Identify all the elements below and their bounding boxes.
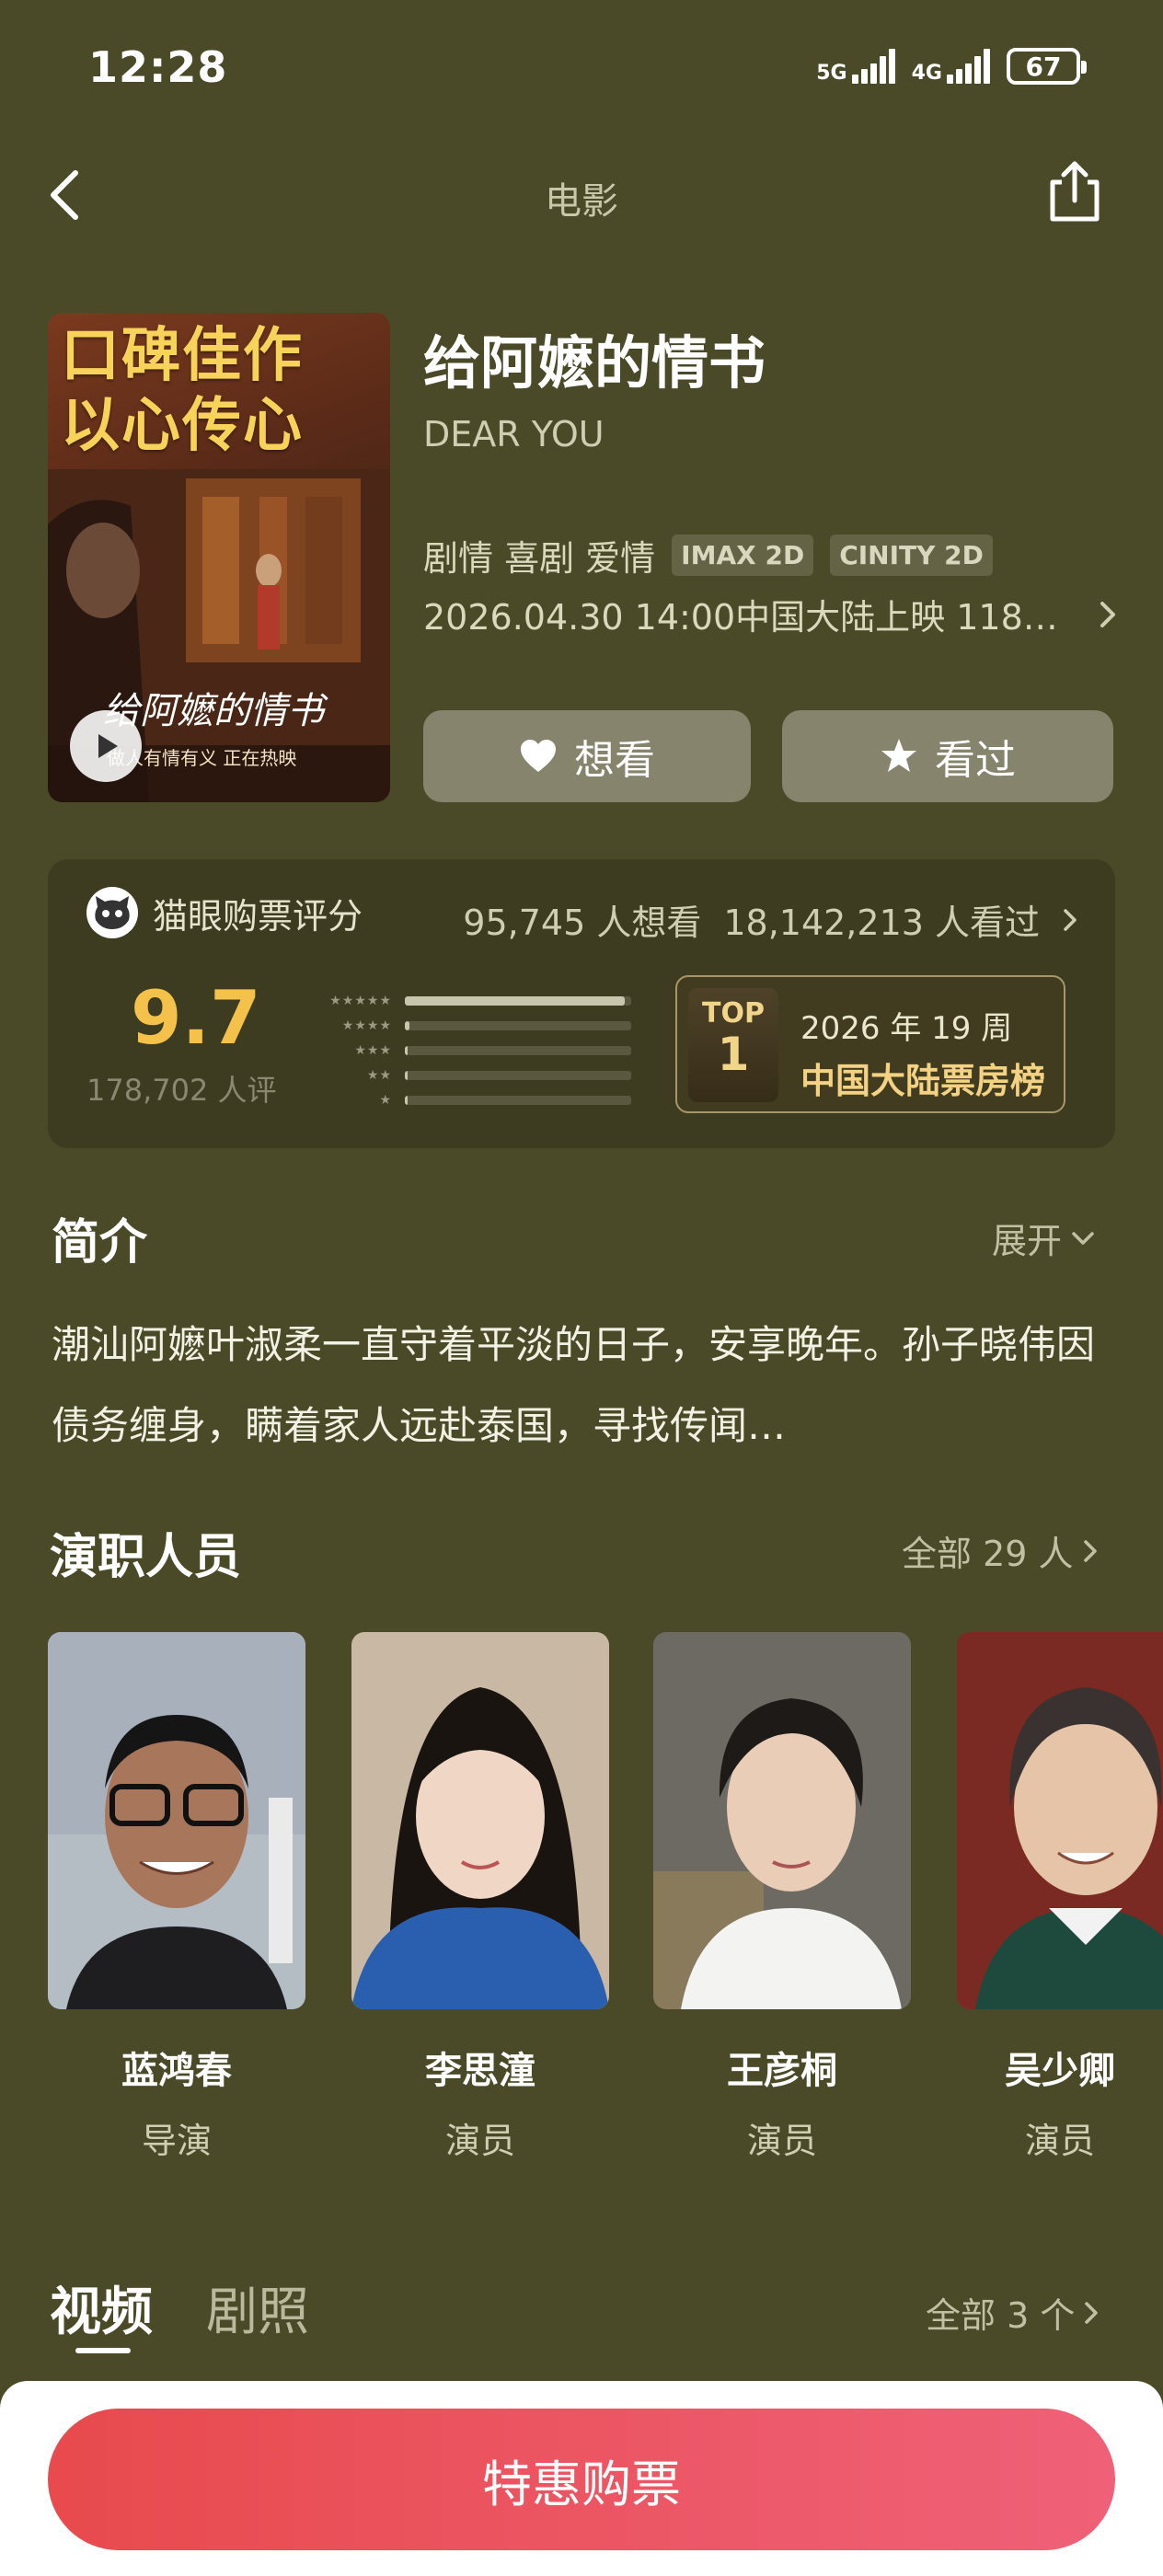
buy-ticket-label: 特惠购票 xyxy=(482,2455,681,2513)
rating-card[interactable]: 猫眼购票评分 95,745 人想看 18,142,213 人看过 9.7 178… xyxy=(48,859,1115,1148)
status-icons: 5G 4G 67 xyxy=(816,48,1087,85)
signal-4g-icon: 4G xyxy=(912,49,990,84)
poster-slogan-line: 口碑佳作 xyxy=(61,322,304,390)
rating-brand: 猫眼购票评分 xyxy=(86,887,363,938)
network-label: 5G xyxy=(816,62,847,85)
format-tag-cinity: CINITY 2D xyxy=(830,535,993,576)
rating-dist-row: ★★ xyxy=(302,1063,644,1087)
cast-member[interactable]: 李思潼 演员 xyxy=(351,1632,609,2163)
want-label: 想看 xyxy=(574,737,655,784)
avatar xyxy=(653,1632,911,2009)
audience-counts[interactable]: 95,745 人想看 18,142,213 人看过 xyxy=(463,894,1078,945)
star-rating-icon: ★★★★★ xyxy=(329,993,392,1008)
rating-brand-label: 猫眼购票评分 xyxy=(153,895,363,937)
cast-role: 演员 xyxy=(1024,2121,1095,2161)
battery-icon: 67 xyxy=(1007,48,1087,85)
chevron-right-icon xyxy=(1085,2301,1099,2324)
share-icon[interactable] xyxy=(1040,156,1110,226)
seen-label: 看过 xyxy=(935,737,1016,784)
maoyan-cat-icon xyxy=(86,887,138,938)
chevron-right-icon[interactable] xyxy=(1097,596,1119,633)
synopsis-expand-button[interactable]: 展开 xyxy=(992,1213,1097,1263)
cast-member[interactable]: 王彦桐 演员 xyxy=(653,1632,911,2163)
movie-title: 给阿嬷的情书 xyxy=(423,329,766,397)
want-count: 95,745 人想看 xyxy=(463,903,702,943)
cast-view-all[interactable]: 全部 29 人 xyxy=(902,1525,1100,1576)
cast-member[interactable]: 吴少卿 演员 xyxy=(957,1632,1163,2163)
star-rating-icon: ★★ xyxy=(366,1067,392,1083)
synopsis-text: 潮汕阿嬷叶淑柔一直守着平淡的日子，安享晚年。孙子晓伟因债务缠身，瞒着家人远赴泰国… xyxy=(52,1322,1096,1448)
rating-dist-row: ★★★ xyxy=(302,1038,644,1063)
rank-week: 2026 年 19 周 xyxy=(800,1010,1013,1047)
synopsis-title: 简介 xyxy=(52,1215,148,1271)
cast-name: 王彦桐 xyxy=(727,2050,837,2092)
network-label: 4G xyxy=(911,62,942,85)
star-rating-icon: ★★★ xyxy=(354,1042,392,1058)
cast-title: 演职人员 xyxy=(50,1530,242,1585)
tab-video[interactable]: 视频 xyxy=(50,2271,153,2345)
rating-distribution: ★★★★★ ★★★★ ★★★ ★★ ★ xyxy=(302,988,644,1112)
rank-board-name: 中国大陆票房榜 xyxy=(800,1061,1046,1101)
rating-dist-fill xyxy=(405,995,625,1006)
expand-label: 展开 xyxy=(992,1221,1063,1261)
heart-icon xyxy=(521,740,556,772)
chevron-down-icon xyxy=(1072,1231,1094,1245)
cast-member[interactable]: 蓝鸿春 导演 xyxy=(48,1632,305,2163)
genre-row: 剧情 喜剧 爱情 IMAX 2D CINITY 2D xyxy=(423,530,993,581)
avatar xyxy=(957,1632,1163,2009)
poster-slogan: 口碑佳作 以心传心 xyxy=(61,322,304,461)
cast-role: 演员 xyxy=(746,2121,817,2161)
rating-dist-row: ★ xyxy=(302,1087,644,1112)
cast-role: 演员 xyxy=(444,2121,515,2161)
cast-role: 导演 xyxy=(141,2121,212,2161)
battery-level: 67 xyxy=(1025,51,1062,82)
top-rank-mark: TOP 1 xyxy=(688,988,778,1102)
tab-active-indicator xyxy=(75,2348,131,2353)
movie-english-title: DEAR YOU xyxy=(423,414,605,454)
top-label: TOP xyxy=(702,997,765,1029)
poster-slogan-line: 以心传心 xyxy=(61,391,304,460)
rating-dist-fill xyxy=(405,1095,408,1105)
rating-dist-fill xyxy=(405,1020,409,1030)
cast-name: 吴少卿 xyxy=(1005,2050,1115,2092)
star-rating-icon: ★★★★ xyxy=(341,1018,392,1033)
cast-name: 李思潼 xyxy=(425,2050,535,2092)
star-icon xyxy=(881,739,916,772)
cast-name: 蓝鸿春 xyxy=(121,2050,232,2092)
rating-dist-track xyxy=(405,1020,631,1030)
page-title: 电影 xyxy=(545,180,618,223)
cast-more-label: 全部 29 人 xyxy=(902,1534,1074,1574)
chevron-right-icon xyxy=(1083,1539,1097,1562)
rating-dist-row: ★★★★ xyxy=(302,1013,644,1038)
rating-dist-row: ★★★★★ xyxy=(302,988,644,1013)
star-rating-icon: ★ xyxy=(379,1092,392,1108)
avatar xyxy=(351,1632,609,2009)
release-info[interactable]: 2026.04.30 14:00中国大陆上映 118分钟 xyxy=(423,589,1067,639)
format-tag-imax: IMAX 2D xyxy=(672,535,814,576)
signal-5g-icon: 5G xyxy=(816,49,895,85)
top-rank-number: 1 xyxy=(717,1028,750,1081)
rating-dist-track xyxy=(405,1045,631,1055)
media-more-label: 全部 3 个 xyxy=(926,2295,1076,2336)
rating-dist-track xyxy=(405,1095,631,1105)
rating-score: 9.7 xyxy=(131,975,261,1061)
buy-ticket-button[interactable]: 特惠购票 xyxy=(48,2409,1115,2550)
movie-poster[interactable]: 口碑佳作 以心传心 给阿嬷的情书 做人有情有义 正在热映 xyxy=(48,313,390,802)
avatar xyxy=(48,1632,305,2009)
media-view-all[interactable]: 全部 3 个 xyxy=(926,2287,1100,2338)
play-icon[interactable] xyxy=(70,710,142,782)
status-time: 12:28 xyxy=(88,42,228,92)
box-office-rank-badge[interactable]: TOP 1 2026 年 19 周 中国大陆票房榜 xyxy=(675,975,1065,1113)
want-to-watch-button[interactable]: 想看 xyxy=(423,710,751,802)
seen-count: 18,142,213 人看过 xyxy=(723,903,1040,943)
watched-button[interactable]: 看过 xyxy=(782,710,1113,802)
rating-dist-fill xyxy=(405,1045,408,1055)
chevron-right-icon xyxy=(1064,908,1077,931)
rating-dist-track xyxy=(405,1070,631,1080)
rating-count: 178,702 人评 xyxy=(86,1073,277,1108)
rating-dist-track xyxy=(405,995,631,1006)
genre-text: 剧情 喜剧 爱情 xyxy=(423,538,656,579)
tab-photos[interactable]: 剧照 xyxy=(206,2271,309,2345)
rating-dist-fill xyxy=(405,1070,408,1080)
